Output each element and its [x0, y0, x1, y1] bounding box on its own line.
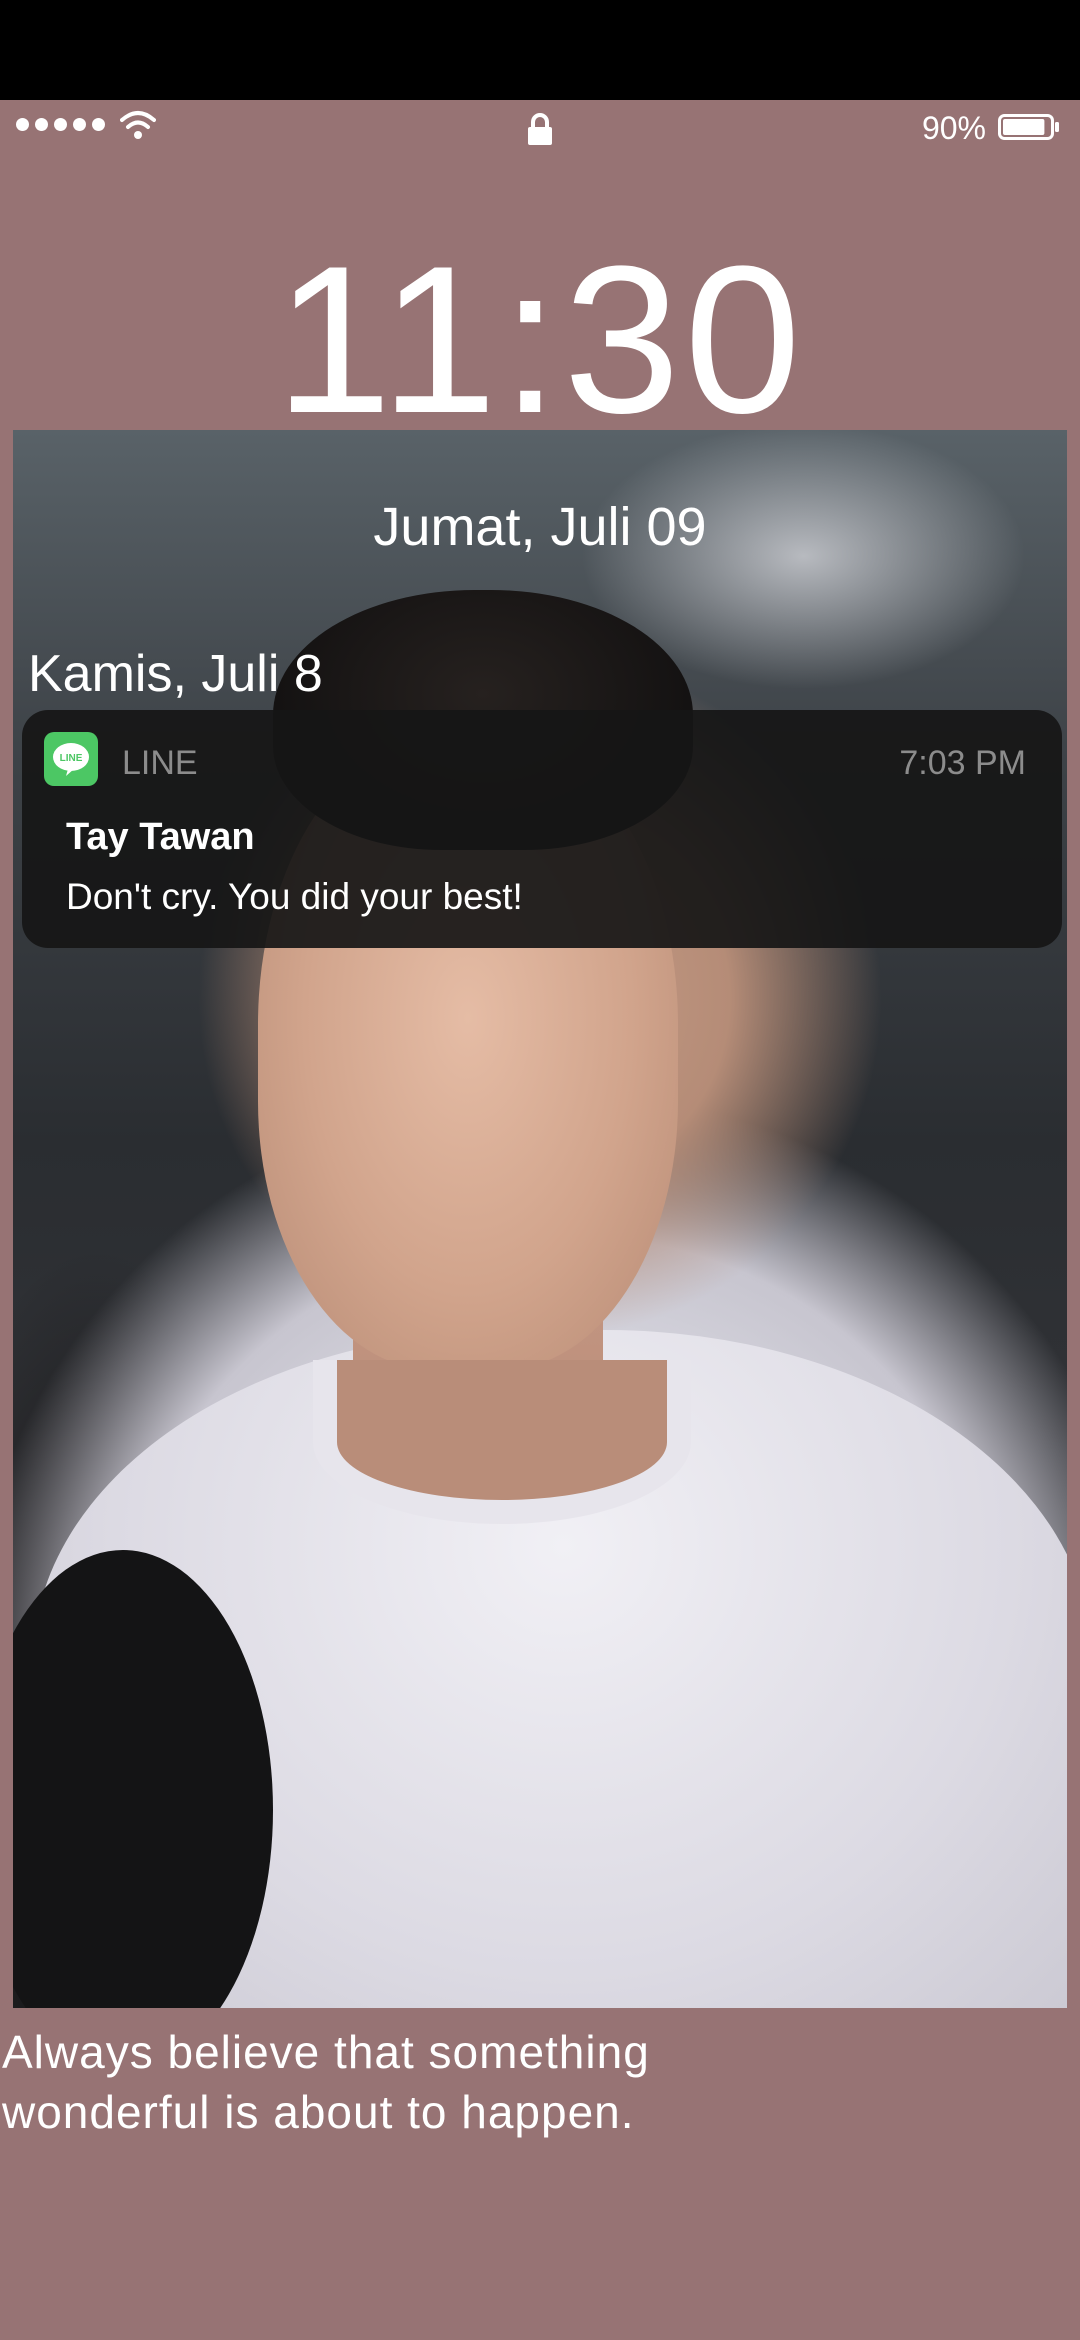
top-black-bar [0, 0, 1080, 100]
wallpaper-quote: Always believe that something wonderful … [2, 2022, 782, 2142]
quote-line-1: Always believe that something [2, 2026, 650, 2078]
notification-message: Don't cry. You did your best! [66, 876, 523, 917]
current-date: Jumat, Juli 09 [373, 497, 707, 557]
notification-group-date: Kamis, Juli 8 [28, 645, 323, 703]
line-notification[interactable]: LINE LINE 7:03 PM Tay Tawan Don't cry. Y… [22, 710, 1062, 948]
svg-text:LINE: LINE [60, 753, 83, 764]
wifi-icon [120, 111, 156, 139]
signal-strength-icon [16, 118, 105, 131]
battery-percentage: 90% [921, 110, 986, 146]
battery-icon [998, 114, 1059, 140]
line-app-icon: LINE [44, 732, 98, 786]
notification-time: 7:03 PM [899, 744, 1026, 782]
lock-screen-clock: 11:30 [275, 222, 805, 457]
status-bar: 90% [0, 100, 1080, 148]
lock-icon [528, 113, 552, 145]
notification-sender: Tay Tawan [66, 816, 255, 858]
notification-app-name: LINE [122, 744, 198, 782]
quote-line-2: wonderful is about to happen. [2, 2086, 635, 2138]
